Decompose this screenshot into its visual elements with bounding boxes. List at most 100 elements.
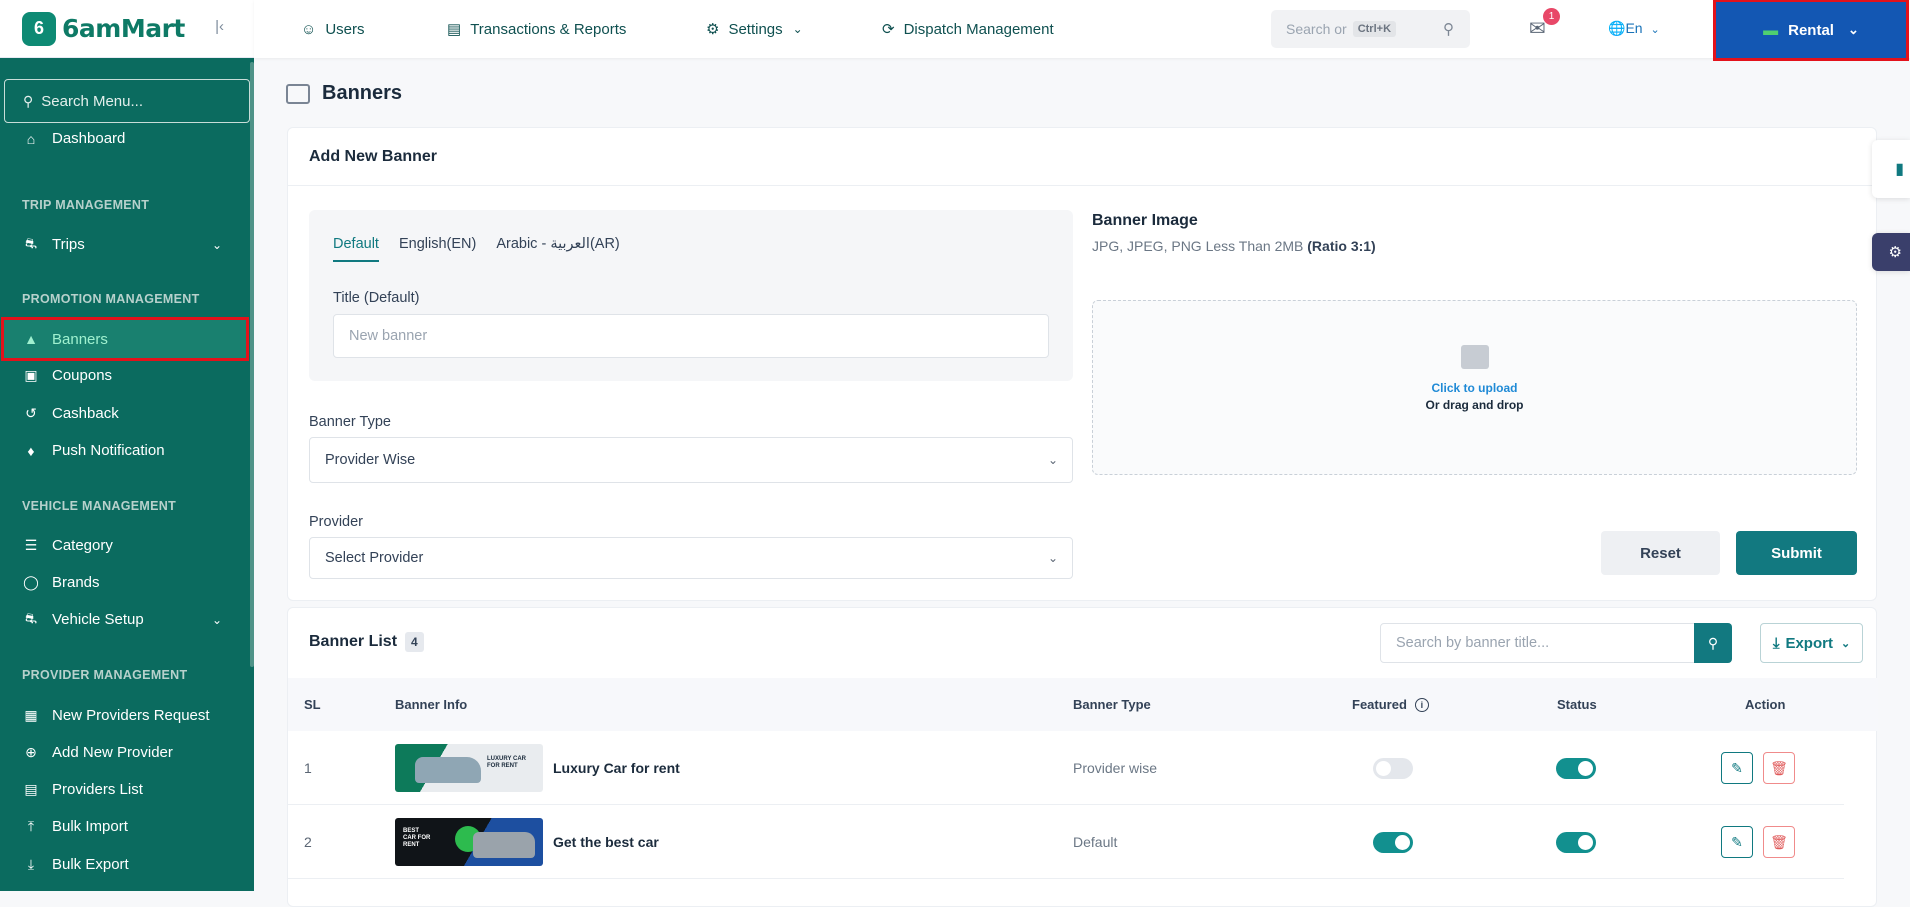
tab-default[interactable]: Default — [333, 236, 379, 262]
sidebar-item-trips[interactable]: ⛐ Trips ⌄ — [0, 226, 254, 263]
col-featured-label: Featured — [1352, 697, 1407, 712]
sidebar-item-bulk-import[interactable]: ⤒ Bulk Import — [0, 808, 254, 845]
page-title: Banners — [286, 82, 402, 105]
sidebar-item-category[interactable]: ☰ Category — [0, 527, 254, 564]
reset-button[interactable]: Reset — [1601, 531, 1720, 575]
banner-list-card: Banner List 4 Search by banner title... … — [287, 607, 1878, 907]
banner-type: Provider wise — [1073, 760, 1158, 776]
module-switcher-button[interactable]: ▬ Rental ⌄ — [1713, 0, 1909, 61]
featured-toggle[interactable] — [1373, 757, 1413, 779]
sidebar-item-dashboard[interactable]: ⌂ Dashboard — [0, 130, 254, 157]
export-button[interactable]: ⤓ Export ⌄ — [1760, 623, 1863, 663]
banner-thumbnail: LUXURY CAR FOR RENT — [395, 744, 543, 792]
row-sl: 1 — [304, 760, 312, 776]
delete-button[interactable]: 🗑 — [1763, 752, 1795, 784]
banner-type-select[interactable]: Provider Wise ⌄ — [309, 437, 1073, 483]
thumb-text: LUXURY CAR FOR RENT — [487, 756, 527, 769]
nav-users[interactable]: ☺ Users — [301, 0, 365, 58]
gift-icon: ▣ — [24, 367, 38, 383]
dispatch-icon: ⟳ — [882, 21, 895, 38]
collapse-sidebar-icon[interactable]: |‹ — [215, 18, 224, 35]
edit-button[interactable]: ✎ — [1721, 826, 1753, 858]
sidebar-header: 6 6amMart |‹ — [0, 0, 254, 58]
table-header: SL Banner Info Banner Type Featured i St… — [288, 678, 1878, 731]
section-provider: PROVIDER MANAGEMENT — [22, 668, 188, 682]
car-image-icon — [415, 757, 481, 783]
sidebar-item-banners[interactable]: ▲ Banners — [1, 317, 249, 361]
nav-settings[interactable]: ⚙ Settings ⌄ — [706, 0, 803, 58]
provider-select[interactable]: Select Provider ⌄ — [309, 537, 1073, 579]
global-search-input[interactable]: Search or Ctrl+K ⚲ — [1271, 10, 1470, 48]
info-icon[interactable]: i — [1414, 697, 1429, 712]
sidebar-item-bulk-export[interactable]: ⤓ Bulk Export — [0, 846, 254, 883]
search-icon: ⚲ — [23, 92, 34, 109]
status-toggle[interactable] — [1556, 831, 1596, 853]
module-label: Rental — [1788, 21, 1834, 39]
logo-text[interactable]: 6amMart — [62, 14, 185, 43]
sidebar-item-brands[interactable]: ◯ Brands — [0, 564, 254, 601]
sidebar-item-cashback[interactable]: ↺ Cashback — [0, 395, 254, 432]
chevron-down-icon: ⌄ — [1650, 24, 1660, 36]
sidebar-item-providers-list[interactable]: ▤ Providers List — [0, 771, 254, 808]
nav-dispatch[interactable]: ⟳ Dispatch Management — [882, 0, 1054, 58]
delete-button[interactable]: 🗑 — [1763, 826, 1795, 858]
search-button[interactable]: ⚲ — [1694, 623, 1732, 663]
upload-icon: ⤒ — [27, 818, 35, 834]
download-icon: ⤓ — [27, 856, 35, 872]
chat-notification-icon[interactable]: ✉ 1 — [1529, 8, 1560, 41]
section-trip: TRIP MANAGEMENT — [22, 198, 150, 212]
export-label: Export — [1785, 634, 1833, 652]
gear-icon: ⚙ — [1888, 244, 1902, 261]
calendar-icon: ▦ — [24, 707, 38, 723]
chevron-down-icon: ⌄ — [211, 237, 222, 252]
rental-car-icon: ▬ — [1763, 21, 1779, 39]
click-to-upload-link[interactable]: Click to upload — [1093, 381, 1856, 395]
title-input[interactable]: New banner — [333, 314, 1049, 358]
sidebar-item-label: New Providers Request — [52, 707, 210, 724]
language-selector[interactable]: 🌐En ⌄ — [1608, 20, 1660, 37]
refresh-icon: ↺ — [25, 405, 37, 421]
sidebar-item-label: Providers List — [52, 781, 143, 798]
chevron-down-icon: ⌄ — [1047, 453, 1058, 467]
banner-info-cell: LUXURY CAR FOR RENT Luxury Car for rent — [395, 731, 680, 805]
banner-image-hint: JPG, JPEG, PNG Less Than 2MB (Ratio 3:1) — [1092, 238, 1376, 254]
sidebar-item-label: Cashback — [52, 405, 119, 422]
image-upload-dropzone[interactable]: Click to upload Or drag and drop — [1092, 300, 1857, 475]
sidebar-item-coupons[interactable]: ▣ Coupons — [0, 357, 254, 394]
category-icon: ☰ — [24, 537, 38, 553]
status-toggle[interactable] — [1556, 757, 1596, 779]
sidebar-item-add-provider[interactable]: ⊕ Add New Provider — [0, 734, 254, 771]
submit-button[interactable]: Submit — [1736, 531, 1857, 575]
table-row: 2 BEST CAR FOR RENT Get the best car Def… — [288, 805, 1844, 879]
provider-label: Provider — [309, 514, 363, 530]
sidebar-item-label: Dashboard — [52, 130, 126, 147]
banner-type-label: Banner Type — [309, 414, 391, 430]
edit-button[interactable]: ✎ — [1721, 752, 1753, 784]
chevron-down-icon: ⌄ — [792, 22, 803, 36]
side-panel-button[interactable]: ▮ — [1872, 140, 1910, 198]
col-banner-info: Banner Info — [395, 697, 468, 712]
gear-icon: ⚙ — [706, 21, 720, 38]
col-action: Action — [1745, 697, 1786, 712]
featured-toggle[interactable] — [1373, 831, 1413, 853]
sidebar-item-new-providers[interactable]: ▦ New Providers Request — [0, 697, 254, 734]
tab-english[interactable]: English(EN) — [399, 236, 476, 262]
sidebar-search-input[interactable]: ⚲ Search Menu... — [4, 79, 250, 123]
banner-search-input[interactable]: Search by banner title... — [1380, 623, 1695, 663]
tab-arabic[interactable]: Arabic - العربية(AR) — [496, 236, 619, 262]
row-sl: 2 — [304, 834, 312, 850]
sidebar-item-push-notification[interactable]: ♦ Push Notification — [0, 432, 254, 469]
sidebar-item-vehicle-setup[interactable]: ⛐ Vehicle Setup ⌄ — [0, 601, 254, 638]
banner-thumbnail: BEST CAR FOR RENT — [395, 818, 543, 866]
global-search-placeholder: Search or — [1286, 21, 1347, 37]
logo-mark-icon: 6 — [22, 11, 56, 46]
nav-transactions[interactable]: ▤ Transactions & Reports — [447, 0, 626, 58]
sidebar-item-label: Brands — [52, 574, 100, 591]
globe-icon: 🌐 — [1608, 20, 1626, 36]
theme-settings-button[interactable]: ⚙ — [1872, 233, 1910, 271]
sidebar-search-placeholder: Search Menu... — [41, 92, 143, 110]
title-label: Title (Default) — [333, 290, 420, 306]
chevron-down-icon: ⌄ — [1047, 551, 1058, 565]
search-icon: ⚲ — [1443, 21, 1454, 38]
chevron-down-icon: ⌄ — [211, 612, 222, 627]
